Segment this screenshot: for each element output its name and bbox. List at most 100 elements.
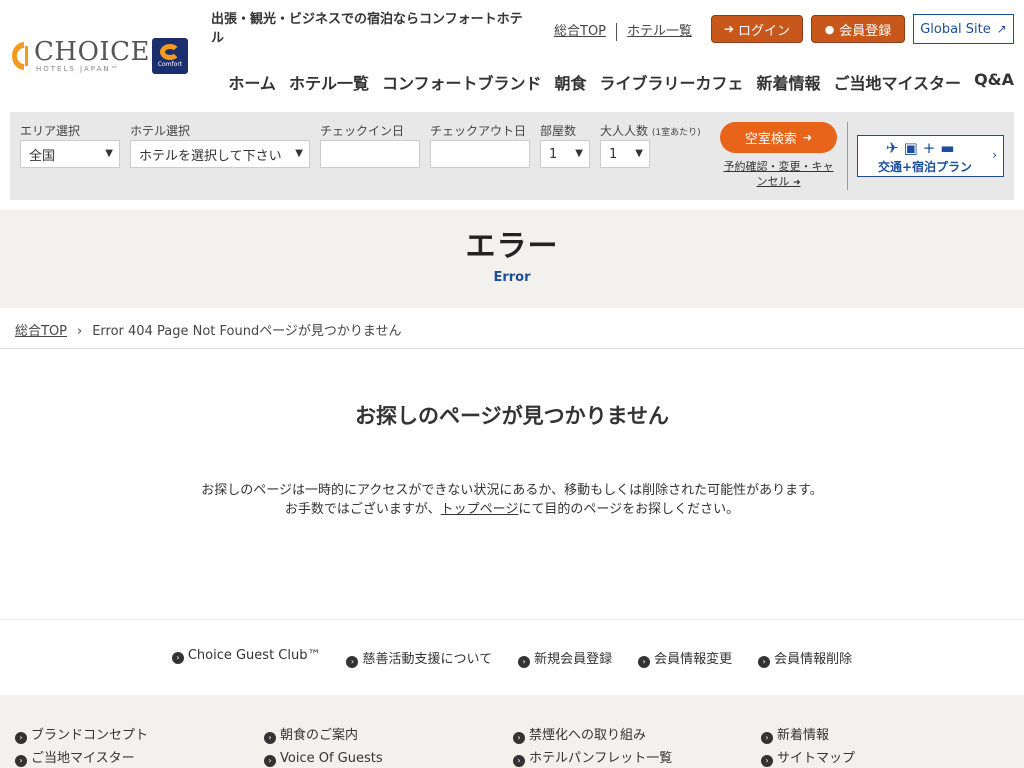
checkin-field: チェックイン日 xyxy=(320,122,420,168)
hotel-label: ホテル選択 xyxy=(130,124,191,138)
footer-link-brand-concept[interactable]: › ブランドコンセプト xyxy=(15,724,148,747)
footer-link-voice-of-guests[interactable]: › Voice Of Guests xyxy=(264,747,383,768)
reservation-manage-link[interactable]: 予約確認・変更・キャンセル ➜ xyxy=(720,159,837,191)
rooms-label: 部屋数 xyxy=(540,124,577,138)
register-button[interactable]: ● 会員登録 xyxy=(811,15,905,43)
footer-link-label: 慈善活動支援について xyxy=(362,652,493,667)
footer-link-local-meister[interactable]: › ご当地マイスター xyxy=(15,747,148,768)
choice-hotels-logo[interactable]: CHOICE HOTELS JAPAN™ Comfort xyxy=(10,38,190,78)
logo-text: CHOICE xyxy=(34,37,151,67)
top-link-hotel-list[interactable]: ホテル一覧 xyxy=(627,24,692,39)
footer-link-member-edit[interactable]: › 会員情報変更 xyxy=(638,648,732,668)
arrow-circle-icon: › xyxy=(761,732,773,744)
logo-subtext: HOTELS JAPAN™ xyxy=(36,65,120,73)
footer-link-sitemap[interactable]: › サイトマップ xyxy=(761,747,855,768)
nav-item-news[interactable]: 新着情報 xyxy=(757,70,821,94)
footer-link-member-delete[interactable]: › 会員情報削除 xyxy=(758,648,852,668)
breadcrumb-divider xyxy=(0,348,1024,349)
arrow-circle-icon: › xyxy=(15,755,27,767)
login-button[interactable]: ➔ ログイン xyxy=(711,15,803,43)
footer-link-label: 会員情報削除 xyxy=(774,652,853,667)
arrow-circle-icon: › xyxy=(513,755,525,767)
footer-link-pamphlets[interactable]: › ホテルパンフレット一覧 xyxy=(513,747,672,768)
footer-link-new-member[interactable]: › 新規会員登録 xyxy=(518,648,612,668)
top-links: 総合TOP ホテル一覧 xyxy=(554,20,692,41)
footer-link-label: 新着情報 xyxy=(777,728,830,743)
hotel-select[interactable]: ホテルを選択して下さい ▼ xyxy=(130,140,310,168)
adults-field: 大人人数 (1室あたり) 1 ▼ xyxy=(600,122,701,168)
footer-link-label: ご当地マイスター xyxy=(31,751,135,766)
nav-item-comfort-brand[interactable]: コンフォートブランド xyxy=(382,70,542,94)
nav-item-home[interactable]: ホーム xyxy=(228,70,276,94)
chevron-down-icon: ▼ xyxy=(635,148,643,159)
footer-column-1: › ブランドコンセプト › ご当地マイスター xyxy=(15,724,148,768)
top-page-link[interactable]: トップページ xyxy=(441,502,519,517)
footer-link-no-smoking[interactable]: › 禁煙化への取り組み xyxy=(513,724,672,747)
footer-column-4: › 新着情報 › サイトマップ xyxy=(761,724,855,768)
search-divider xyxy=(847,122,848,190)
error-message-line2: お手数ではございますが、トップページにて目的のページをお探しください。 xyxy=(0,500,1024,519)
area-value: 全国 xyxy=(29,148,56,164)
error-message-line1: お探しのページは一時的にアクセスができない状況にあるか、移動もしくは削除された可… xyxy=(201,483,823,498)
chevron-right-icon: › xyxy=(992,148,997,162)
global-site-label: Global Site xyxy=(920,21,991,37)
chevron-down-icon: ▼ xyxy=(295,148,303,159)
adults-select[interactable]: 1 ▼ xyxy=(600,140,650,168)
footer-link-label: 禁煙化への取り組み xyxy=(529,728,647,743)
breadcrumb-top-link[interactable]: 総合TOP xyxy=(15,324,67,339)
vacancy-search-button[interactable]: 空室検索 ➜ xyxy=(720,122,837,153)
area-field: エリア選択 全国 ▼ xyxy=(20,122,120,168)
error-heading: お探しのページが見つかりません xyxy=(355,404,669,428)
arrow-circle-icon: › xyxy=(171,652,184,664)
footer-link-news[interactable]: › 新着情報 xyxy=(761,724,855,747)
error-message: お探しのページは一時的にアクセスができない状況にあるか、移動もしくは削除された可… xyxy=(0,481,1024,519)
footer-link-label: Choice Guest Club™ xyxy=(187,648,321,663)
footer-link-charity[interactable]: › 慈善活動支援について xyxy=(346,648,492,668)
breadcrumb-current: Error 404 Page Not Foundページが見つかりません xyxy=(92,324,402,339)
nav-item-local-meister[interactable]: ご当地マイスター xyxy=(834,70,962,94)
nav-item-breakfast[interactable]: 朝食 xyxy=(554,70,586,94)
arrow-circle-icon: › xyxy=(15,732,27,744)
adults-value: 1 xyxy=(609,146,618,162)
checkout-input[interactable] xyxy=(430,140,530,168)
rooms-field: 部屋数 1 ▼ xyxy=(540,122,590,168)
footer-link-label: サイトマップ xyxy=(777,751,856,766)
footer-link-label: Voice Of Guests xyxy=(280,751,383,766)
chevron-right-icon: › xyxy=(77,324,83,339)
arrow-circle-icon: › xyxy=(513,732,525,744)
global-site-button[interactable]: Global Site ↗ xyxy=(913,14,1014,44)
footer-link-label: 会員情報変更 xyxy=(654,652,733,667)
adults-label: 大人人数 (1室あたり) xyxy=(600,122,701,140)
nav-item-library-cafe[interactable]: ライブラリーカフェ xyxy=(600,70,744,94)
rooms-value: 1 xyxy=(549,146,558,162)
arrow-circle-icon: › xyxy=(638,656,651,668)
top-link-separator xyxy=(616,22,618,41)
site-header: CHOICE HOTELS JAPAN™ Comfort 出張・観光・ビジネスで… xyxy=(0,0,1024,112)
arrow-circle-icon: › xyxy=(264,755,276,767)
register-label: 会員登録 xyxy=(839,23,892,39)
area-label: エリア選択 xyxy=(20,124,81,138)
external-link-icon: ↗ xyxy=(996,22,1007,36)
arrow-circle-icon: › xyxy=(264,732,276,744)
footer-member-nav: › Choice Guest Club™ › 慈善活動支援について › 新規会員登録 … xyxy=(0,648,1024,668)
login-icon: ➔ xyxy=(723,22,735,36)
reservation-manage-label: 予約確認・変更・キャンセル xyxy=(723,160,834,188)
nav-item-hotel-list[interactable]: ホテル一覧 xyxy=(289,70,369,94)
transport-plan-label: 交通+宿泊プラン xyxy=(878,160,973,174)
area-select[interactable]: 全国 ▼ xyxy=(20,140,120,168)
checkin-label: チェックイン日 xyxy=(320,124,405,138)
footer-link-breakfast[interactable]: › 朝食のご案内 xyxy=(264,724,383,747)
checkin-input[interactable] xyxy=(320,140,420,168)
nav-item-qa[interactable]: Q&A xyxy=(974,70,1014,94)
adults-note: (1室あたり) xyxy=(651,128,701,138)
error-msg-text-b: にて目的のページをお探しください。 xyxy=(518,502,740,517)
footer-link-label: 朝食のご案内 xyxy=(280,728,359,743)
footer-link-guest-club[interactable]: › Choice Guest Club™ xyxy=(171,648,321,668)
main-navigation: ホーム ホテル一覧 コンフォートブランド 朝食 ライブラリーカフェ 新着情報 ご… xyxy=(228,70,1014,94)
error-msg-text-a: お手数ではございますが、 xyxy=(284,502,441,517)
top-link-home[interactable]: 総合TOP xyxy=(554,24,606,39)
footer-sitemap xyxy=(0,695,1024,768)
page-title-band: エラー Error xyxy=(0,210,1024,308)
rooms-select[interactable]: 1 ▼ xyxy=(540,140,590,168)
transport-plan-button[interactable]: ✈▣+▬ 交通+宿泊プラン › xyxy=(857,135,1004,177)
